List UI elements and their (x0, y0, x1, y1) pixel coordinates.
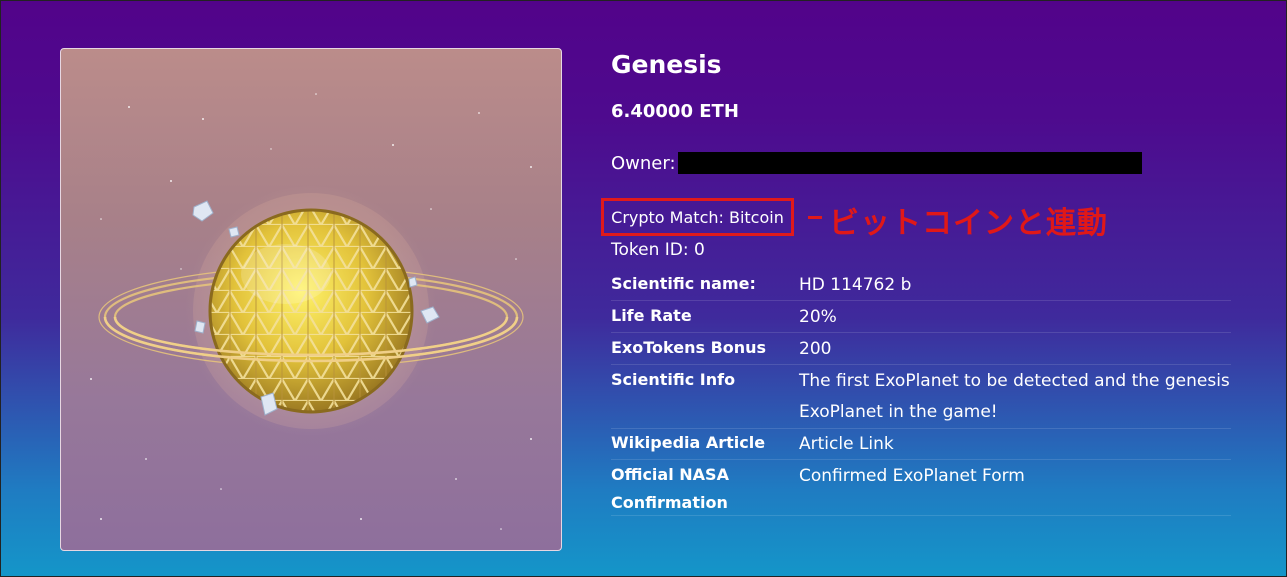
planet-sphere (208, 208, 414, 414)
detail-label: Wikipedia Article (611, 433, 766, 452)
token-id: Token ID: 0 (611, 240, 705, 260)
detail-label: Scientific Info (611, 370, 736, 389)
owner-label: Owner: (611, 152, 676, 174)
annotation-note: ビットコインと連動 (829, 206, 1108, 241)
owner-address-redacted (677, 152, 1142, 174)
detail-label: Official NASA Confirmation (611, 465, 729, 512)
detail-row-scientific-info: Scientific Info The first ExoPlanet to b… (611, 366, 1231, 429)
detail-row-wikipedia-article: Wikipedia Article Article Link (611, 429, 1231, 460)
detail-label: ExoTokens Bonus (611, 338, 767, 357)
detail-label: Life Rate (611, 306, 692, 325)
owner-row: Owner: (611, 152, 1142, 174)
detail-value: 200 (799, 339, 832, 359)
detail-row-life-rate: Life Rate 20% (611, 302, 1231, 333)
detail-value: The first ExoPlanet to be detected and t… (799, 371, 1230, 422)
detail-row-scientific-name: Scientific name: HD 114762 b (611, 270, 1231, 301)
nft-price: 6.40000 ETH (611, 101, 739, 122)
nft-title: Genesis (611, 50, 722, 79)
nasa-confirmation-link[interactable]: Confirmed ExoPlanet Form (799, 461, 1239, 492)
detail-value: HD 114762 b (799, 275, 912, 295)
planet-illustration (90, 93, 532, 530)
exoplanet-artwork (60, 48, 562, 551)
detail-label: Scientific name: (611, 274, 756, 293)
wikipedia-article-link[interactable]: Article Link (799, 429, 1239, 460)
detail-row-nasa-confirmation: Official NASA Confirmation Confirmed Exo… (611, 461, 1231, 516)
annotation-connector (808, 216, 822, 219)
detail-value: 20% (799, 307, 837, 327)
detail-row-exotokens-bonus: ExoTokens Bonus 200 (611, 334, 1231, 365)
crypto-match: Crypto Match: Bitcoin (611, 207, 784, 227)
crypto-match-highlight: Crypto Match: Bitcoin (601, 198, 794, 236)
